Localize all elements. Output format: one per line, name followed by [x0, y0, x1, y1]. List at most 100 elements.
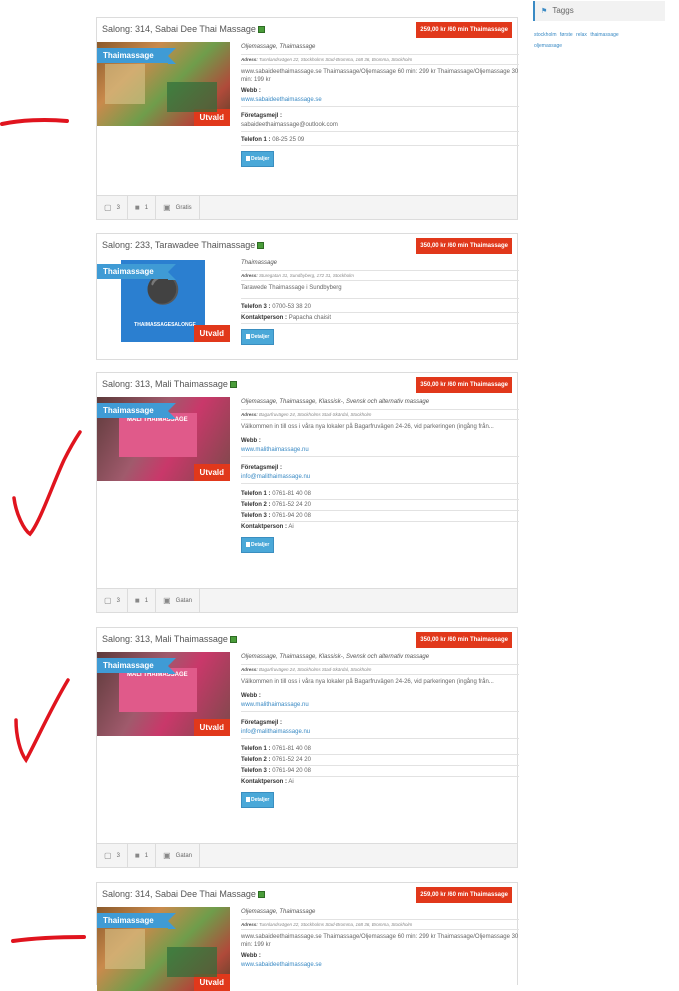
web-link[interactable]: www.sabaideethaimassage.se — [241, 960, 519, 971]
phone-row: Telefon 1 : 0761-81 40 08 — [241, 744, 519, 755]
tag-link[interactable]: oljemassage — [534, 43, 562, 49]
listing-description: Välkommen in till oss i våra nya lokaler… — [241, 424, 494, 430]
address-value: Tunnlandsvägen 22, Stockholms Stad-Bromm… — [259, 922, 413, 927]
phone-label: Telefon 3 : — [241, 768, 271, 774]
selected-badge: Utvald — [193, 719, 230, 736]
listing-details: Oljemassage, Thaimassage Adress: Tunnlan… — [241, 42, 519, 167]
details-button[interactable]: Detaljer — [241, 151, 275, 167]
annotation-dash-mark — [11, 935, 86, 943]
listing-details: Thaimassage Adress: Sturegatan 31, Sundb… — [241, 258, 519, 345]
listing-title-text[interactable]: Salong: 313, Mali Thaimassage — [102, 379, 228, 389]
category-ribbon: Thaimassage — [97, 913, 176, 929]
selected-badge: Utvald — [193, 974, 230, 991]
contact-value: Ai — [288, 524, 294, 530]
sidebar-taggs-title: Taggs — [552, 6, 574, 15]
feature-beds: ▢ 3 — [97, 196, 128, 219]
feature-parking: ▣ Gatan — [156, 844, 201, 867]
document-icon — [246, 797, 250, 802]
bathtub-icon: ■ — [134, 203, 140, 212]
listing-address: Adress: Tunnlandsvägen 22, Stockholms St… — [241, 920, 519, 930]
listing-card: Salong: 314, Sabai Dee Thai Massage 259,… — [96, 17, 519, 220]
web-link[interactable]: www.sabaideethaimassage.se — [241, 95, 519, 107]
car-icon: ▣ — [163, 596, 171, 605]
price-badge: 350,00 kr /60 min Thaimassage — [416, 377, 512, 393]
listing-title[interactable]: Salong: 314, Sabai Dee Thai Massage — [102, 24, 265, 34]
phone-value: 08-25 25 09 — [272, 137, 305, 143]
beds-count: 3 — [116, 597, 120, 604]
listing-photo[interactable]: Thaimassage Utvald — [97, 907, 230, 991]
address-label: Adress: — [241, 57, 258, 62]
listing-title-text[interactable]: Salong: 314, Sabai Dee Thai Massage — [102, 24, 256, 34]
listing-card: Salong: 313, Mali Thaimassage 350,00 kr … — [96, 372, 519, 613]
listing-description: Välkommen in till oss i våra nya lokaler… — [241, 679, 494, 685]
listing-address: Adress: Bagarfruvägen 24, Stockholms Sta… — [241, 665, 519, 675]
category-ribbon: Thaimassage — [97, 264, 176, 280]
listing-categories: Thaimassage — [241, 258, 519, 271]
details-button[interactable]: Detaljer — [241, 329, 275, 345]
feature-showers: ■ 1 — [128, 844, 157, 867]
phone-value: 0761-52 24 20 — [272, 502, 311, 508]
parking-value: Gatan — [175, 852, 193, 859]
listing-address: Adress: Bagarfruvägen 24, Stockholms Sta… — [241, 410, 519, 420]
phone-value: 0761-94 20 08 — [272, 768, 311, 774]
web-link[interactable]: www.malithaimassage.nu — [241, 445, 519, 457]
phone-label: Telefon 1 : — [241, 491, 271, 497]
verified-icon — [257, 26, 265, 33]
beds-count: 3 — [116, 204, 120, 211]
tag-link[interactable]: relax — [576, 32, 587, 38]
listing-title[interactable]: Salong: 313, Mali Thaimassage — [102, 634, 237, 644]
listing-photo[interactable]: Thaimassage Utvald — [97, 42, 230, 126]
details-button-label: Detaljer — [251, 156, 270, 162]
beds-count: 3 — [116, 852, 120, 859]
phone-value: 0700-53 38 20 — [272, 304, 311, 310]
phone-label: Telefon 1 : — [241, 137, 271, 143]
listing-photo[interactable]: MALI THAIMASSAGE Thaimassage Utvald — [97, 652, 230, 736]
listing-title-text[interactable]: Salong: 314, Sabai Dee Thai Massage — [102, 889, 256, 899]
listing-description: www.sabaideethaimassage.se Thaimassage/O… — [241, 69, 519, 83]
feature-parking: ▣ Gratis — [156, 196, 200, 219]
email-link[interactable]: info@malithaimassage.nu — [241, 727, 519, 739]
listing-title[interactable]: Salong: 314, Sabai Dee Thai Massage — [102, 889, 265, 899]
phone-value: 0761-81 40 08 — [272, 491, 311, 497]
contact-label: Kontaktperson : — [241, 779, 288, 785]
listing-photo[interactable]: MALI THAIMASSAGE Thaimassage Utvald — [97, 397, 230, 481]
email-label: Företagsmejl : — [241, 113, 283, 119]
listing-categories: Oljemassage, Thaimassage — [241, 907, 519, 920]
listing-photo[interactable]: ⚫ THAIMASSAGESALONGE Thaimassage Utvald — [97, 258, 230, 342]
details-button[interactable]: Detaljer — [241, 792, 275, 808]
showers-count: 1 — [144, 852, 149, 859]
tag-link[interactable]: stockholm — [534, 32, 557, 38]
phone-row: Telefon 2 : 0761-52 24 20 — [241, 500, 519, 511]
address-label: Adress: — [241, 412, 258, 417]
listing-title-text[interactable]: Salong: 313, Mali Thaimassage — [102, 634, 228, 644]
phone-value: 0761-52 24 20 — [272, 757, 311, 763]
listing-title[interactable]: Salong: 313, Mali Thaimassage — [102, 379, 237, 389]
web-label: Webb : — [241, 693, 261, 699]
listing-address: Adress: Tunnlandsvägen 22, Stockholms St… — [241, 55, 519, 65]
web-label: Webb : — [241, 88, 261, 94]
phone-value: 0761-81 40 08 — [272, 746, 311, 752]
tag-list: stockholm første relax thaimassage oljem… — [534, 30, 654, 52]
price-badge: 259,00 kr /60 min Thaimassage — [416, 22, 512, 38]
listing-description: www.sabaideethaimassage.se Thaimassage/O… — [241, 934, 519, 948]
listing-description: Tarawede Thaimassage i Sundbyberg — [241, 281, 519, 299]
price-badge: 259,00 kr /60 min Thaimassage — [416, 887, 512, 903]
sidebar-taggs-header: ⚑ Taggs — [533, 1, 665, 21]
phone-label: Telefon 3 : — [241, 304, 271, 310]
tag-link[interactable]: første — [560, 32, 573, 38]
web-link[interactable]: www.malithaimassage.nu — [241, 700, 519, 712]
annotation-check-mark — [12, 430, 82, 537]
feature-beds: ▢ 3 — [97, 844, 128, 867]
details-button[interactable]: Detaljer — [241, 537, 275, 553]
listing-title-text[interactable]: Salong: 233, Tarawadee Thaimassage — [102, 240, 255, 250]
address-value: Tunnlandsvägen 22, Stockholms Stad-Bromm… — [259, 57, 413, 62]
phone-row: Telefon 3 : 0761-94 20 08 — [241, 766, 519, 777]
phone-value: 0761-94 20 08 — [272, 513, 311, 519]
showers-count: 1 — [144, 597, 149, 604]
selected-badge: Utvald — [193, 109, 230, 126]
contact-value: Papacha chaisit — [288, 315, 332, 321]
email-link[interactable]: info@malithaimassage.nu — [241, 472, 519, 484]
listing-title[interactable]: Salong: 233, Tarawadee Thaimassage — [102, 240, 265, 250]
verified-icon — [257, 891, 265, 898]
tag-link[interactable]: thaimassage — [590, 32, 618, 38]
